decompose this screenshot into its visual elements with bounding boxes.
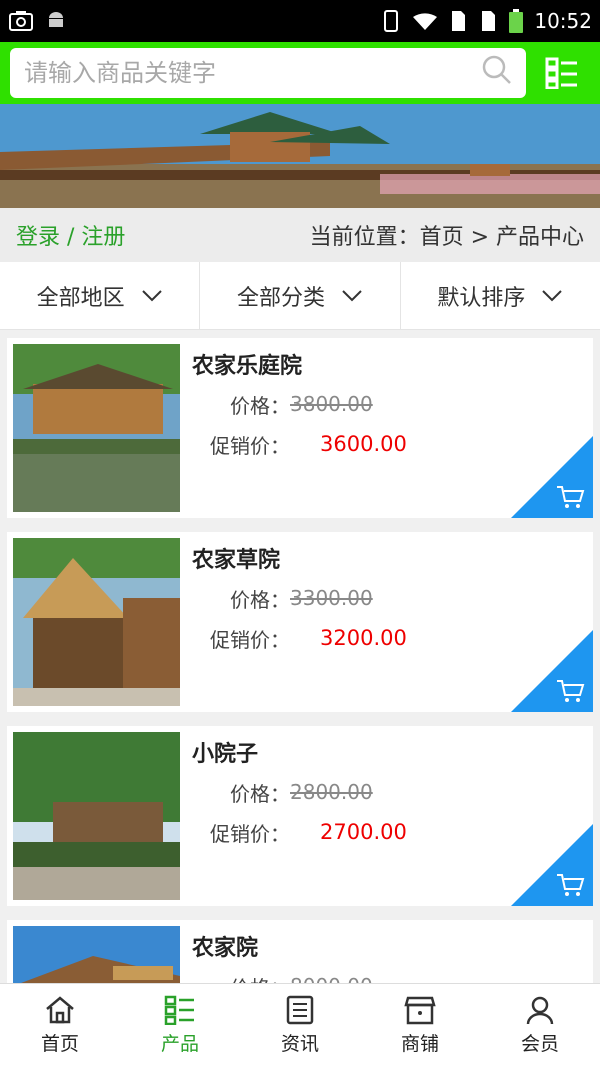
chevron-down-icon [542, 289, 563, 301]
promo-label: 促销价： [210, 821, 290, 846]
user-icon [526, 996, 554, 1025]
original-price: 2800.00 [290, 780, 373, 804]
tab-products[interactable]: 产品 [120, 984, 240, 1067]
cart-icon[interactable] [555, 484, 585, 510]
promo-label: 促销价： [210, 433, 290, 458]
category-menu-button[interactable] [534, 48, 590, 98]
promo-price: 2700.00 [320, 820, 407, 844]
product-title[interactable]: 小院子 [192, 736, 593, 772]
filter-sort[interactable]: 默认排序 [401, 262, 600, 329]
price-label: 价格： [230, 393, 290, 418]
tab-home[interactable]: 首页 [0, 984, 120, 1067]
search-box[interactable] [10, 48, 526, 98]
product-card[interactable]: 农家草院 价格： 3300.00 促销价： 3200.00 [7, 532, 593, 712]
tab-member-label: 会员 [520, 1033, 559, 1055]
product-image[interactable] [13, 538, 180, 706]
search-input[interactable] [24, 59, 482, 87]
promo-price: 3200.00 [320, 626, 407, 650]
tab-news-label: 资讯 [280, 1033, 319, 1055]
status-bar: 10:52 [0, 0, 600, 42]
sim2-icon [478, 9, 498, 33]
battery-icon [508, 8, 524, 34]
breadcrumb: 当前位置：首页 > 产品中心 [309, 225, 584, 250]
tab-home-label: 首页 [40, 1033, 79, 1055]
filter-sort-label: 默认排序 [437, 285, 526, 311]
price-row: 价格： 3300.00 [192, 578, 593, 618]
product-title[interactable]: 农家草院 [192, 542, 593, 578]
clock: 10:52 [534, 9, 592, 33]
search-header [0, 42, 600, 104]
tab-stores-label: 商铺 [400, 1033, 439, 1055]
chevron-down-icon [141, 289, 162, 301]
wifi-icon [412, 10, 438, 32]
menu-list-icon [545, 57, 577, 89]
promo-price: 3600.00 [320, 432, 407, 456]
product-card[interactable]: 农家乐庭院 价格： 3800.00 促销价： 3600.00 [7, 338, 593, 518]
bottom-tab-bar: 首页 产品 资讯 商铺 会员 [0, 983, 600, 1067]
sim1-icon [448, 9, 468, 33]
vibrate-icon [380, 9, 402, 33]
store-icon [404, 996, 436, 1025]
product-card[interactable]: 小院子 价格： 2800.00 促销价： 2700.00 [7, 726, 593, 906]
price-row: 价格： 3800.00 [192, 384, 593, 424]
filter-region-label: 全部地区 [36, 285, 125, 311]
home-icon [46, 996, 74, 1024]
price-label: 价格： [230, 781, 290, 806]
filter-region[interactable]: 全部地区 [0, 262, 201, 329]
tab-news[interactable]: 资讯 [240, 984, 360, 1067]
search-icon[interactable] [482, 55, 512, 91]
filter-bar: 全部地区 全部分类 默认排序 [0, 262, 600, 330]
tab-stores[interactable]: 商铺 [360, 984, 480, 1067]
login-register-link[interactable]: 登录 / 注册 [16, 219, 125, 251]
cart-icon[interactable] [555, 678, 585, 704]
product-image[interactable] [13, 344, 180, 512]
news-icon [286, 995, 314, 1025]
android-icon [44, 9, 68, 33]
filter-category-label: 全部分类 [236, 285, 325, 311]
product-list: 农家乐庭院 价格： 3800.00 促销价： 3600.00 农家草院 价格： … [0, 330, 600, 1067]
breadcrumb-row: 登录 / 注册 当前位置：首页 > 产品中心 [0, 208, 600, 262]
price-row: 价格： 2800.00 [192, 772, 593, 812]
product-title[interactable]: 农家院 [192, 930, 593, 966]
list-icon [164, 995, 194, 1025]
original-price: 3800.00 [290, 392, 373, 416]
product-title[interactable]: 农家乐庭院 [192, 348, 593, 384]
tab-products-label: 产品 [160, 1033, 199, 1055]
original-price: 3300.00 [290, 586, 373, 610]
cart-icon[interactable] [555, 872, 585, 898]
promo-label: 促销价： [210, 627, 290, 652]
filter-category[interactable]: 全部分类 [200, 262, 401, 329]
tab-member[interactable]: 会员 [480, 984, 600, 1067]
product-image[interactable] [13, 732, 180, 900]
screenshot-icon [8, 10, 34, 32]
price-label: 价格： [230, 587, 290, 612]
chevron-down-icon [342, 289, 362, 301]
banner-image[interactable] [0, 104, 600, 208]
